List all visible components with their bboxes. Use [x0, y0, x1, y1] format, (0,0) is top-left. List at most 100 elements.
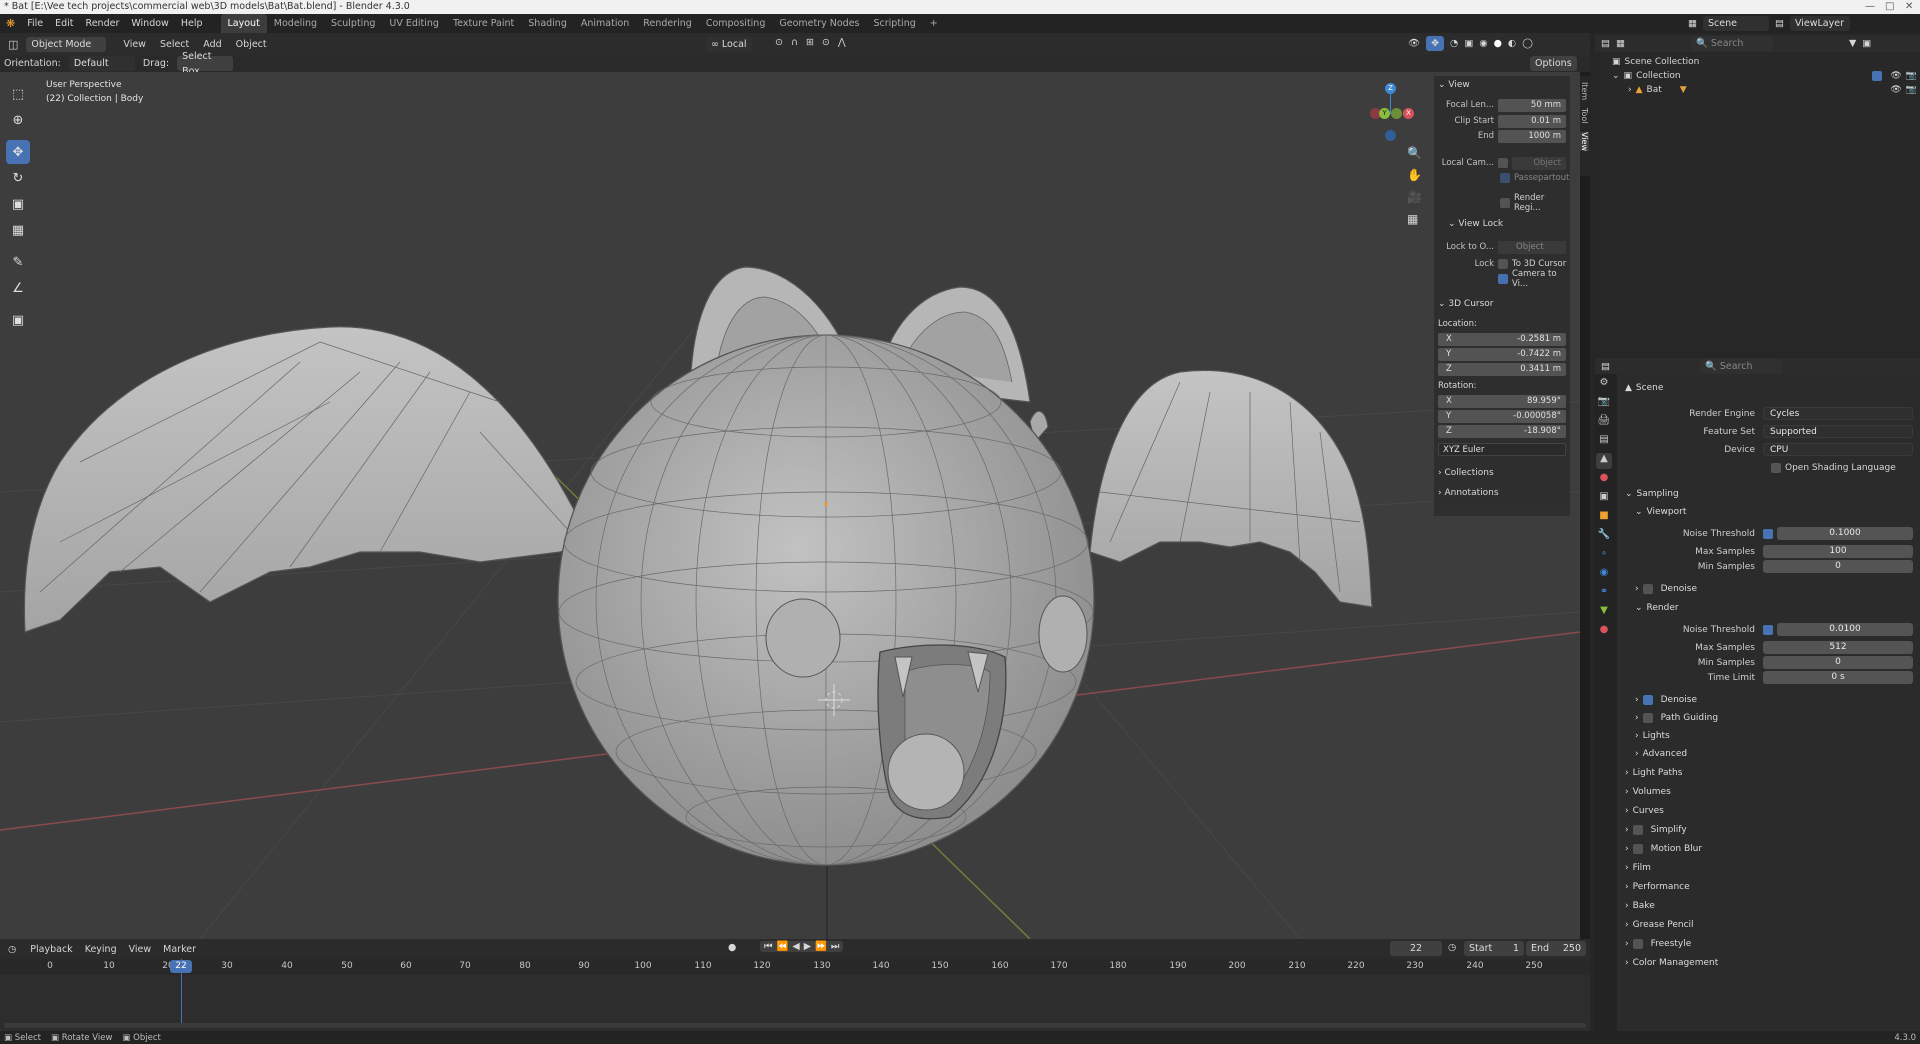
scale-tool-icon[interactable]: ▣ — [6, 192, 30, 216]
editor-type-icon[interactable]: ◫ — [8, 38, 18, 51]
render-region-checkbox[interactable] — [1500, 198, 1510, 208]
zoom-icon[interactable]: 🔍 — [1407, 146, 1422, 160]
viewport-menu-view[interactable]: View — [116, 39, 153, 50]
clip-start-field[interactable]: 0.01 m — [1498, 114, 1566, 128]
lights-subpanel[interactable]: › Lights — [1635, 728, 1670, 744]
snap-target-icon[interactable]: ⊞ — [806, 37, 814, 48]
film-panel[interactable]: › Film — [1625, 860, 1651, 876]
object-visibility-icon[interactable]: 👁 — [1890, 85, 1901, 95]
start-frame-field[interactable]: Start 1 — [1464, 941, 1524, 956]
object-render-icon[interactable]: 📷 — [1906, 85, 1917, 95]
scene-selector-icon[interactable]: ▦ — [1688, 18, 1697, 29]
blender-logo-icon[interactable]: ❋ — [0, 14, 21, 33]
cursor-location-x-field[interactable]: X -0.2581 m — [1438, 332, 1566, 346]
vp-max-samples-field[interactable]: 100 — [1763, 545, 1913, 558]
vp-denoise-checkbox[interactable] — [1642, 584, 1653, 594]
drag-dropdown[interactable]: Select Box — [177, 51, 234, 77]
material-shading-icon[interactable]: ◐ — [1508, 38, 1516, 49]
pivot-point-icon[interactable]: ⊙ — [775, 37, 783, 48]
local-camera-checkbox[interactable] — [1498, 158, 1508, 168]
end-frame-field[interactable]: End 250 — [1526, 941, 1586, 956]
simplify-checkbox[interactable] — [1632, 825, 1643, 835]
gizmo-y-axis[interactable]: Y — [1379, 108, 1390, 119]
collection-visibility-icon[interactable]: 👁 — [1890, 71, 1901, 81]
timeline-editor-icon[interactable]: ◷ — [0, 944, 24, 955]
visibility-icon[interactable]: 👁 — [1408, 38, 1420, 49]
r-noise-threshold-checkbox[interactable] — [1763, 624, 1773, 635]
lock-to-object-field[interactable]: Object — [1498, 240, 1566, 254]
transform-tool-icon[interactable]: ▦ — [6, 218, 30, 242]
rendered-shading-icon[interactable]: ◯ — [1522, 38, 1533, 49]
view-layer-icon[interactable]: ▤ — [1775, 18, 1784, 29]
overlays-icon[interactable]: ◔ — [1450, 38, 1458, 49]
collection-exclude-checkbox[interactable] — [1872, 71, 1883, 81]
cursor-location-y-field[interactable]: Y -0.7422 m — [1438, 347, 1566, 361]
curves-panel[interactable]: › Curves — [1625, 803, 1664, 819]
timeline-menu-marker[interactable]: Marker — [157, 944, 202, 955]
view-lock-section-header[interactable]: ⌄ View Lock — [1448, 219, 1503, 229]
timeline-menu-playback[interactable]: Playback — [24, 944, 78, 955]
particles-tab-icon[interactable]: ∘ — [1596, 548, 1612, 564]
add-cube-tool-icon[interactable]: ▣ — [6, 308, 30, 332]
collections-section-header[interactable]: › Collections — [1438, 468, 1494, 478]
world-tab-icon[interactable]: ● — [1596, 472, 1612, 488]
path-guiding-subpanel[interactable]: › Path Guiding — [1635, 710, 1718, 726]
play-reverse-icon[interactable]: ◀ — [792, 941, 799, 952]
workspace-tab-scripting[interactable]: Scripting — [867, 14, 923, 33]
close-icon[interactable]: ✕ — [1905, 0, 1913, 14]
device-dropdown[interactable]: CPU — [1763, 443, 1913, 456]
options-dropdown[interactable]: Options — [1530, 56, 1577, 71]
pan-hand-icon[interactable]: ✋ — [1407, 168, 1422, 182]
motion-blur-checkbox[interactable] — [1632, 844, 1643, 854]
gizmo-neg-z-axis[interactable] — [1385, 130, 1396, 141]
navigation-gizmo[interactable]: Z Y X 🔍 ✋ 🎥 ▦ — [1355, 78, 1425, 238]
volumes-panel[interactable]: › Volumes — [1625, 784, 1671, 800]
bake-panel[interactable]: › Bake — [1625, 898, 1655, 914]
vp-min-samples-field[interactable]: 0 — [1763, 560, 1913, 573]
timeline-menu-view[interactable]: View — [123, 944, 158, 955]
current-frame-field[interactable]: 22 — [1390, 941, 1442, 956]
menu-edit[interactable]: Edit — [49, 14, 79, 33]
cursor-location-z-field[interactable]: Z 0.3411 m — [1438, 362, 1566, 376]
output-tab-icon[interactable]: 🖨 — [1596, 415, 1612, 431]
viewport-menu-object[interactable]: Object — [229, 39, 274, 50]
workspace-tab-layout[interactable]: Layout — [220, 14, 267, 33]
play-icon[interactable]: ▶ — [804, 941, 811, 952]
properties-editor-icon[interactable]: ▤ — [1601, 361, 1610, 372]
proportional-edit-icon[interactable]: ⊙ — [822, 37, 830, 48]
sampling-panel-header[interactable]: ⌄ Sampling — [1625, 486, 1679, 502]
collection-render-icon[interactable]: 📷 — [1906, 71, 1917, 81]
vp-noise-threshold-checkbox[interactable] — [1763, 528, 1773, 539]
jump-start-icon[interactable]: ⏮ — [764, 941, 773, 952]
outliner-search-input[interactable]: 🔍 Search — [1690, 36, 1773, 51]
workspace-tab-animation[interactable]: Animation — [574, 14, 636, 33]
workspace-tab-rendering[interactable]: Rendering — [636, 14, 699, 33]
sidebar-tab-item[interactable]: Item — [1580, 82, 1589, 100]
wireframe-shading-icon[interactable]: ◉ — [1479, 38, 1487, 49]
r-denoise-checkbox[interactable] — [1642, 695, 1653, 705]
timeline-menu-keying[interactable]: Keying — [79, 944, 123, 955]
workspace-tab-uv-editing[interactable]: UV Editing — [382, 14, 446, 33]
physics-tab-icon[interactable]: ◉ — [1596, 567, 1612, 583]
solid-shading-icon[interactable]: ● — [1494, 38, 1502, 49]
xray-icon[interactable]: ▣ — [1464, 38, 1473, 49]
color-management-panel[interactable]: › Color Management — [1625, 955, 1718, 971]
object-tab-icon[interactable]: ■ — [1596, 510, 1612, 526]
transform-orientation-dropdown[interactable]: ∞ Local — [706, 37, 752, 52]
view-layer-selector[interactable]: ViewLayer — [1789, 16, 1850, 31]
performance-panel[interactable]: › Performance — [1625, 879, 1690, 895]
cursor-rotation-x-field[interactable]: X 89.959° — [1438, 394, 1566, 408]
add-workspace-button[interactable]: + — [923, 14, 945, 33]
render-tab-icon[interactable]: 📷 — [1596, 396, 1612, 412]
view-section-header[interactable]: ⌄ View — [1438, 80, 1470, 90]
freestyle-panel[interactable]: › Freestyle — [1625, 936, 1691, 952]
frame-ruler[interactable]: 0 10 20 30 40 50 60 70 80 90 100 110 120… — [0, 959, 1590, 975]
render-subpanel-header[interactable]: ⌄ Render — [1635, 600, 1679, 616]
cursor-rotation-z-field[interactable]: Z -18.908° — [1438, 424, 1566, 438]
collection-tab-icon[interactable]: ▣ — [1596, 491, 1612, 507]
render-engine-dropdown[interactable]: Cycles — [1763, 407, 1913, 420]
playhead-frame-badge[interactable]: 22 — [170, 960, 192, 973]
sidebar-tab-tool[interactable]: Tool — [1580, 108, 1589, 124]
timeline[interactable]: 0 10 20 30 40 50 60 70 80 90 100 110 120… — [0, 959, 1590, 1031]
grease-pencil-panel[interactable]: › Grease Pencil — [1625, 917, 1694, 933]
